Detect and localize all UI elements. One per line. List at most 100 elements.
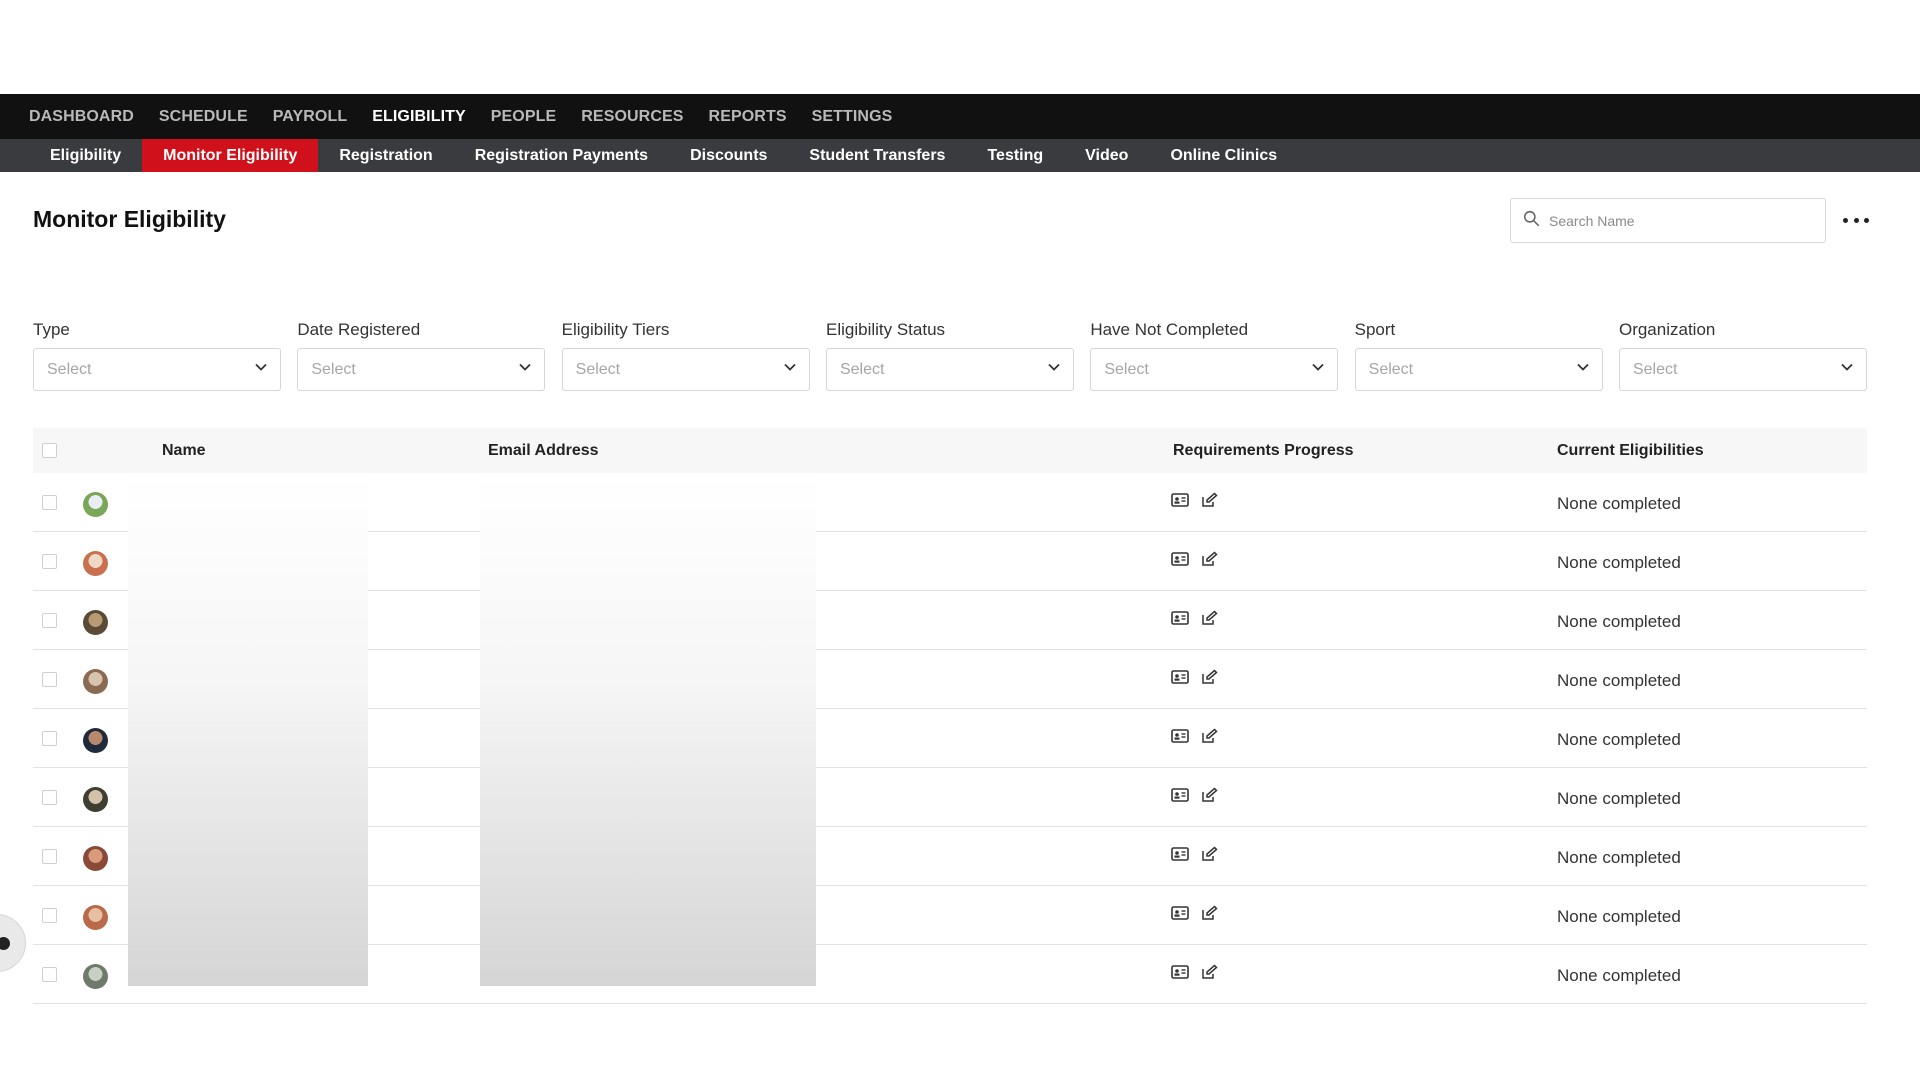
avatar (83, 846, 108, 871)
date-registered-select[interactable]: Select (297, 348, 546, 391)
subnav-registration[interactable]: Registration (318, 139, 453, 172)
select-value: Select (1632, 360, 1678, 378)
subnav-testing[interactable]: Testing (966, 139, 1064, 172)
type-select[interactable]: Select (33, 348, 281, 391)
select-value: Select (47, 360, 92, 378)
nav-settings[interactable]: SETTINGS (812, 108, 893, 126)
nav-eligibility[interactable]: ELIGIBILITY (372, 108, 466, 126)
edit-icon[interactable] (1201, 728, 1219, 744)
avatar (83, 728, 108, 753)
filter-organization: Organization Select (1618, 320, 1867, 391)
subnav-registration-payments[interactable]: Registration Payments (454, 139, 669, 172)
edit-icon[interactable] (1201, 669, 1219, 685)
eligibility-tiers-select[interactable]: Select (561, 348, 810, 391)
edit-icon[interactable] (1201, 610, 1219, 626)
subnav-monitor-eligibility[interactable]: Monitor Eligibility (142, 139, 319, 172)
row-checkbox[interactable] (42, 790, 57, 805)
row-checkbox[interactable] (42, 908, 57, 923)
filter-date-registered: Date Registered Select (297, 320, 546, 391)
id-card-icon[interactable] (1171, 846, 1189, 862)
subnav-video[interactable]: Video (1064, 139, 1149, 172)
subnav-eligibility[interactable]: Eligibility (29, 139, 142, 172)
requirements-progress (1171, 964, 1231, 980)
nav-schedule[interactable]: SCHEDULE (159, 108, 248, 126)
subnav-student-transfers[interactable]: Student Transfers (788, 139, 966, 172)
edit-icon[interactable] (1201, 787, 1219, 803)
eligibility-status-select[interactable]: Select (825, 348, 1074, 391)
subnav-online-clinics[interactable]: Online Clinics (1149, 139, 1298, 172)
select-value: Select (311, 360, 356, 378)
chevron-down-icon (1047, 360, 1061, 379)
current-eligibility: None completed (1557, 848, 1681, 867)
nav-payroll[interactable]: PAYROLL (273, 108, 348, 126)
select-value: Select (1104, 360, 1149, 378)
requirements-progress (1171, 905, 1231, 921)
current-eligibility: None completed (1557, 730, 1681, 749)
avatar (83, 964, 108, 989)
avatar (83, 905, 108, 930)
have-not-completed-select[interactable]: Select (1090, 348, 1339, 391)
row-checkbox[interactable] (42, 849, 57, 864)
chevron-down-icon (783, 360, 797, 379)
current-eligibility: None completed (1557, 907, 1681, 926)
id-card-icon[interactable] (1171, 669, 1189, 685)
chevron-down-icon (518, 360, 532, 379)
filter-label: Eligibility Tiers (561, 320, 670, 339)
avatar (83, 551, 108, 576)
select-value: Select (839, 360, 885, 378)
row-checkbox[interactable] (42, 731, 57, 746)
avatar (83, 669, 108, 694)
more-horizontal-icon (1843, 217, 1848, 223)
id-card-icon[interactable] (1171, 905, 1189, 921)
filter-bar: Type Select Date Registered Select Eligi… (33, 320, 1867, 391)
filter-eligibility-status: Eligibility Status Select (825, 320, 1074, 391)
row-checkbox[interactable] (42, 967, 57, 982)
more-dot (1864, 217, 1869, 223)
edit-icon[interactable] (1201, 846, 1219, 862)
id-card-icon[interactable] (1171, 964, 1189, 980)
chevron-down-icon (1311, 360, 1325, 379)
edit-icon[interactable] (1201, 905, 1219, 921)
column-header-email[interactable]: Email Address (488, 442, 599, 460)
edit-icon[interactable] (1201, 492, 1219, 508)
avatar (83, 787, 108, 812)
id-card-icon[interactable] (1171, 492, 1189, 508)
floating-widget-button[interactable] (0, 914, 26, 972)
filter-eligibility-tiers: Eligibility Tiers Select (561, 320, 810, 391)
id-card-icon[interactable] (1171, 728, 1189, 744)
redacted-names (128, 473, 368, 986)
current-eligibility: None completed (1557, 966, 1681, 985)
nav-people[interactable]: PEOPLE (491, 108, 557, 126)
id-card-icon[interactable] (1171, 551, 1189, 567)
current-eligibility: None completed (1557, 789, 1681, 808)
more-options-button[interactable] (1843, 208, 1869, 232)
search-input[interactable] (1549, 212, 1809, 229)
page-title: Monitor Eligibility (33, 206, 226, 232)
select-all-checkbox[interactable] (42, 443, 57, 458)
sport-select[interactable]: Select (1354, 348, 1603, 391)
nav-resources[interactable]: RESOURCES (581, 108, 683, 126)
column-header-requirements[interactable]: Requirements Progress (1173, 442, 1354, 460)
row-checkbox[interactable] (42, 495, 57, 510)
nav-reports[interactable]: REPORTS (709, 108, 787, 126)
column-header-eligibilities[interactable]: Current Eligibilities (1557, 442, 1704, 460)
edit-icon[interactable] (1201, 964, 1219, 980)
subnav-discounts[interactable]: Discounts (669, 139, 788, 172)
id-card-icon[interactable] (1171, 610, 1189, 626)
eligibility-table: Name Email Address Requirements Progress… (33, 428, 1867, 1004)
current-eligibility: None completed (1557, 494, 1681, 513)
row-checkbox[interactable] (42, 554, 57, 569)
organization-select[interactable]: Select (1618, 348, 1867, 391)
id-card-icon[interactable] (1171, 787, 1189, 803)
row-checkbox[interactable] (42, 613, 57, 628)
edit-icon[interactable] (1201, 551, 1219, 567)
row-checkbox[interactable] (42, 672, 57, 687)
chevron-down-icon (1840, 360, 1854, 379)
nav-dashboard[interactable]: DASHBOARD (29, 108, 134, 126)
column-header-name[interactable]: Name (162, 442, 206, 460)
search-icon (1523, 210, 1540, 232)
more-dot (1853, 217, 1859, 223)
search-box[interactable] (1510, 198, 1826, 243)
chevron-down-icon (254, 360, 268, 379)
avatar (83, 492, 108, 517)
